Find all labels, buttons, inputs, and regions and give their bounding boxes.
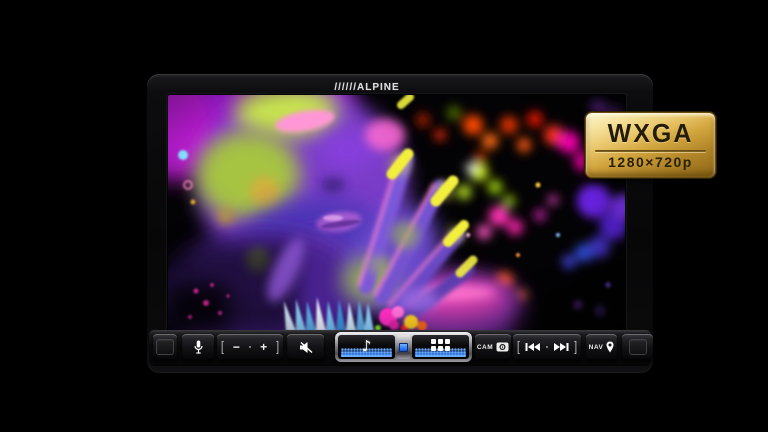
corner-right-button[interactable] <box>622 334 653 360</box>
corner-right-inset <box>629 339 647 355</box>
volume-up-label[interactable]: + <box>260 341 267 353</box>
music-note-icon: ♪ <box>362 337 372 355</box>
voice-button[interactable] <box>182 334 214 360</box>
corner-left-button[interactable] <box>153 334 177 360</box>
wxga-badge-resolution: 1280×720p <box>608 155 693 169</box>
app-grid-icon <box>431 339 450 351</box>
camera-button[interactable]: CAM <box>475 334 511 360</box>
wxga-badge-divider <box>595 150 706 152</box>
track-bracket-right: ] <box>574 340 577 355</box>
mute-button[interactable] <box>287 334 324 360</box>
track-bracket-left: [ <box>517 340 520 355</box>
center-knob[interactable] <box>397 335 410 359</box>
screen-artwork <box>168 95 625 331</box>
wxga-badge-title: WXGA <box>608 121 694 147</box>
wxga-badge: WXGA 1280×720p <box>585 112 716 178</box>
touchscreen[interactable] <box>168 95 625 331</box>
volume-bracket-right: ] <box>276 340 279 355</box>
camera-button-label: CAM <box>477 344 493 351</box>
mic-icon <box>193 340 204 354</box>
volume-rocker[interactable]: [ − + ] <box>217 334 283 360</box>
page-background: //////ALPINE <box>0 0 768 432</box>
nav-button-label: NAV <box>589 344 604 351</box>
apps-menu-button[interactable] <box>412 335 469 359</box>
nav-button[interactable]: NAV <box>586 334 617 360</box>
map-pin-icon <box>606 341 614 353</box>
track-rocker[interactable]: [ ] <box>513 334 581 360</box>
volume-bracket-left: [ <box>221 340 224 355</box>
control-bar: [ − + ] ♪ <box>149 330 651 366</box>
corner-left-inset <box>156 339 174 355</box>
backlit-button-group: ♪ <box>335 332 472 362</box>
mute-speaker-icon <box>299 341 313 354</box>
alpine-logo: //////ALPINE <box>147 82 587 93</box>
head-unit: //////ALPINE <box>147 74 653 373</box>
camera-icon <box>496 342 509 352</box>
volume-down-label[interactable]: − <box>233 341 240 353</box>
skip-forward-icon[interactable] <box>554 342 569 352</box>
skip-back-icon[interactable] <box>525 342 540 352</box>
audio-source-button[interactable]: ♪ <box>338 335 395 359</box>
center-knob-light <box>399 343 408 352</box>
rocker-dot <box>249 346 251 348</box>
rocker-dot <box>546 346 548 348</box>
